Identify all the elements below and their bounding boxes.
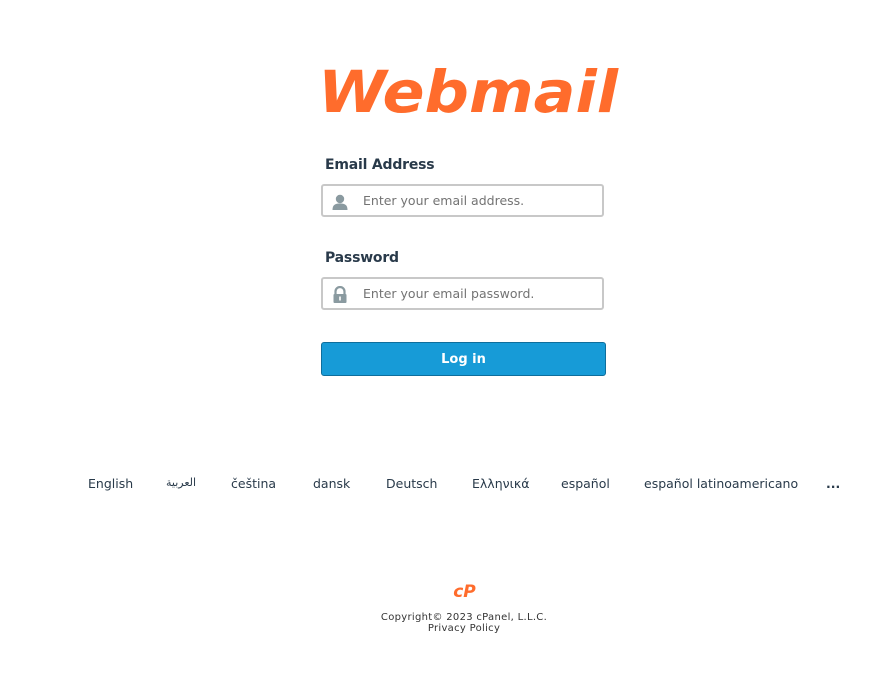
language-link[interactable]: Deutsch bbox=[386, 476, 437, 491]
email-field-wrapper bbox=[321, 184, 604, 217]
user-icon bbox=[332, 194, 348, 210]
email-input[interactable] bbox=[363, 186, 593, 215]
email-label: Email Address bbox=[325, 157, 435, 173]
language-link[interactable]: español latinoamericano bbox=[644, 476, 798, 491]
more-languages-button[interactable]: ... bbox=[826, 476, 840, 491]
privacy-policy-link[interactable]: Privacy Policy bbox=[0, 623, 873, 634]
language-link[interactable]: dansk bbox=[313, 476, 350, 491]
language-selector: English العربية čeština dansk Deutsch Ελ… bbox=[0, 476, 873, 496]
language-link[interactable]: العربية bbox=[166, 476, 196, 489]
language-link[interactable]: English bbox=[88, 476, 133, 491]
svg-text:cP: cP bbox=[453, 582, 476, 600]
logo-text: Webmail bbox=[318, 62, 619, 120]
login-button[interactable]: Log in bbox=[321, 342, 606, 376]
language-link[interactable]: čeština bbox=[231, 476, 276, 491]
lock-icon bbox=[333, 286, 347, 303]
language-link[interactable]: español bbox=[561, 476, 610, 491]
webmail-logo: Webmail bbox=[318, 62, 619, 120]
password-label: Password bbox=[325, 250, 399, 266]
cpanel-logo-icon: cP bbox=[453, 582, 476, 600]
password-field-wrapper bbox=[321, 277, 604, 310]
password-input[interactable] bbox=[363, 279, 593, 308]
copyright-text: Copyright© 2023 cPanel, L.L.C. bbox=[380, 612, 548, 623]
language-link[interactable]: Ελληνικά bbox=[472, 476, 529, 491]
